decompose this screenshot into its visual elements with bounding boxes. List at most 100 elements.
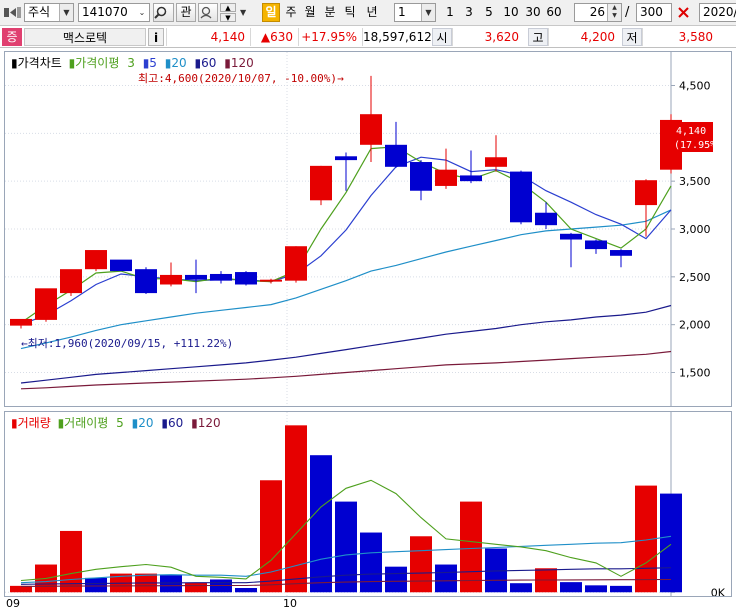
legend-marker: ▮: [143, 56, 150, 70]
period-yearly-button[interactable]: 년: [362, 3, 382, 22]
reset-icon[interactable]: [676, 5, 692, 21]
candle: [35, 288, 57, 322]
price-legend: ▮가격차트 ▮가격이평 3 ▮5 ▮20 ▮60 ▮120: [11, 56, 254, 70]
interval-select-value: 1: [398, 5, 406, 19]
price-legend-ma5: 5: [149, 56, 157, 70]
interest-button[interactable]: 관: [176, 3, 196, 22]
volume-bar: [460, 501, 482, 593]
display-count-input[interactable]: 26 ▲ ▼: [574, 3, 622, 22]
candle-body: [310, 165, 332, 201]
legend-marker: ▮: [11, 416, 18, 430]
legend-marker: ▮: [161, 416, 168, 430]
candle: [335, 152, 357, 191]
stock-code-input[interactable]: 141070 ⌄: [78, 3, 150, 22]
volume-bar: [585, 585, 607, 593]
minute-5-button[interactable]: 5: [482, 3, 496, 22]
volume-bar: [160, 575, 182, 593]
volume-bar: [660, 493, 682, 593]
candle: [110, 259, 132, 272]
period-tick-button[interactable]: 틱: [342, 3, 358, 22]
interval-select[interactable]: 1 ▼: [394, 3, 436, 22]
date-input[interactable]: 2020/: [699, 3, 736, 22]
candle: [535, 202, 557, 229]
candle: [210, 271, 232, 284]
minute-1-button[interactable]: 1: [443, 3, 457, 22]
price-y-label: 2,500: [679, 271, 711, 284]
open-label: 시: [432, 28, 452, 46]
info-button[interactable]: i: [148, 28, 164, 46]
volume-bar: [185, 582, 207, 593]
volume-chart[interactable]: 0K5,000K10,000K15,000K20,000K25,000K30,0…: [5, 412, 731, 596]
total-count-input[interactable]: 300: [636, 3, 672, 22]
legend-marker: ▮: [132, 416, 139, 430]
candle-body: [10, 318, 32, 326]
price-legend-ma20: 20: [171, 56, 186, 70]
search-button[interactable]: [153, 3, 174, 22]
candle: [360, 75, 382, 163]
candle-body: [510, 171, 532, 223]
change-rate: +17.95%: [298, 28, 362, 46]
period-weekly-button[interactable]: 주: [283, 3, 299, 22]
minute-60-button[interactable]: 60: [545, 3, 563, 22]
chevron-down-icon[interactable]: ▼: [59, 4, 73, 21]
price-y-label: 3,000: [679, 223, 711, 236]
period-monthly-button[interactable]: 월: [302, 3, 318, 22]
stepper[interactable]: ▲ ▼: [220, 3, 236, 22]
high-price: 4,200: [548, 28, 620, 46]
candle: [310, 165, 332, 206]
volume-bar: [260, 480, 282, 593]
link-button[interactable]: [198, 3, 218, 22]
price-y-label: 4,500: [679, 79, 711, 92]
candle-body: [535, 212, 557, 226]
spin-icon[interactable]: ▲ ▼: [607, 4, 621, 21]
toggle-panel-icon[interactable]: [4, 6, 22, 19]
volume-bar: [410, 536, 432, 593]
candle-body: [435, 169, 457, 186]
period-minute-button[interactable]: 분: [322, 3, 338, 22]
candle-body: [60, 269, 82, 294]
volume-bar: [335, 501, 357, 593]
volume-chart-panel[interactable]: 0K5,000K10,000K15,000K20,000K25,000K30,0…: [4, 411, 732, 597]
low-annotation: ←최저:1,960(2020/09/15, +111.22%): [21, 337, 233, 350]
minute-30-button[interactable]: 30: [524, 3, 542, 22]
step-up-icon[interactable]: ▲: [220, 3, 236, 12]
volume-legend-ma20: 20: [138, 416, 153, 430]
volume-bar: [560, 582, 582, 593]
minute-10-button[interactable]: 10: [502, 3, 520, 22]
trade-volume: 18,597,612: [362, 28, 432, 46]
candle: [435, 148, 457, 189]
market-select[interactable]: 주식 ▼: [24, 3, 74, 22]
candle: [85, 250, 107, 272]
high-annotation-arrow: →: [337, 72, 344, 85]
candle-body: [635, 180, 657, 206]
candle-body: [85, 250, 107, 270]
step-down-icon[interactable]: ▼: [220, 13, 236, 22]
price-y-label: 2,000: [679, 319, 711, 332]
price-chart[interactable]: 1,5002,0002,5003,0003,5004,0004,500 ▮가격차…: [5, 52, 731, 406]
price-change: ▲630: [250, 28, 298, 46]
candle-body: [485, 157, 507, 167]
total-count-value: 300: [640, 5, 663, 19]
minute-3-button[interactable]: 3: [462, 3, 476, 22]
chevron-down-icon[interactable]: ⌄: [135, 4, 149, 21]
volume-bar: [360, 532, 382, 593]
candle-body: [610, 250, 632, 256]
current-price-box-price: 4,140: [676, 126, 706, 137]
period-daily-button[interactable]: 일: [262, 3, 280, 22]
price-legend-ma3: 3: [127, 56, 135, 70]
price-legend-ma60: 60: [201, 56, 216, 70]
price-y-label: 3,500: [679, 175, 711, 188]
price-chart-panel[interactable]: 1,5002,0002,5003,0003,5004,0004,500 ▮가격차…: [4, 51, 732, 407]
price-legend-title: 가격차트: [18, 56, 62, 70]
candle: [60, 269, 82, 296]
legend-marker: ▮: [69, 56, 76, 70]
low-label: 저: [622, 28, 642, 46]
candle-body: [35, 288, 57, 320]
volume-bar: [435, 564, 457, 593]
volume-legend-ma5: 5: [116, 416, 124, 430]
display-count-value: 26: [589, 5, 605, 19]
chevron-down-icon[interactable]: ▼: [240, 6, 250, 19]
volume-bar: [310, 455, 332, 593]
chevron-down-icon[interactable]: ▼: [421, 4, 435, 21]
candle: [135, 267, 157, 295]
